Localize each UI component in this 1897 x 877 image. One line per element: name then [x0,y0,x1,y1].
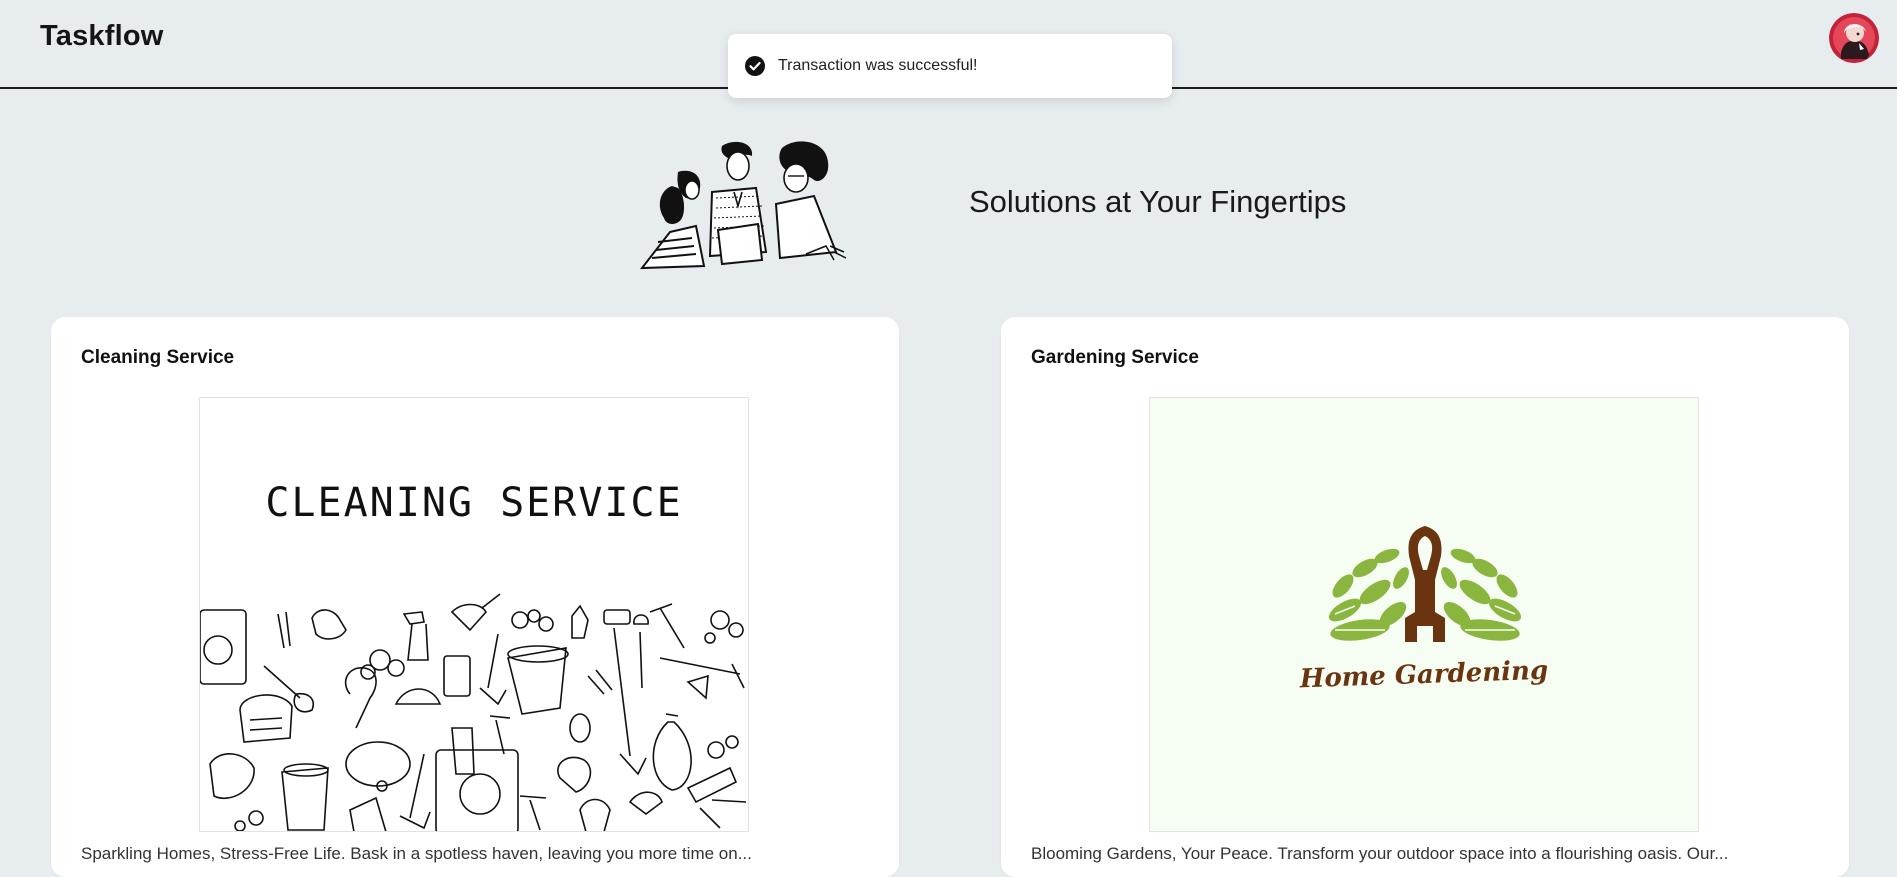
gardening-service-image: Home Gardening [1149,397,1699,832]
app-logo[interactable]: Taskflow [40,20,164,53]
cleaning-service-card[interactable]: Cleaning Service CLEANING SERVICE Sparkl… [51,317,899,877]
card-title: Gardening Service [1031,347,1199,368]
card-title: Cleaning Service [81,347,235,368]
image-heading: CLEANING SERVICE [265,480,683,526]
people-illustration [630,134,860,276]
toast-message: Transaction was successful! [778,57,978,74]
gardening-service-card[interactable]: Gardening Service Home Gardening Bloomin… [1001,317,1849,877]
check-circle-icon [744,55,766,77]
cleaning-service-image: CLEANING SERVICE [199,397,749,832]
card-description: Sparkling Homes, Stress-Free Life. Bask … [81,844,752,863]
card-description: Blooming Gardens, Your Peace. Transform … [1031,844,1729,863]
hero-title: Solutions at Your Fingertips [969,184,1347,219]
avatar-image [1829,13,1879,63]
user-avatar[interactable] [1829,13,1879,63]
success-toast: Transaction was successful! [728,34,1172,98]
